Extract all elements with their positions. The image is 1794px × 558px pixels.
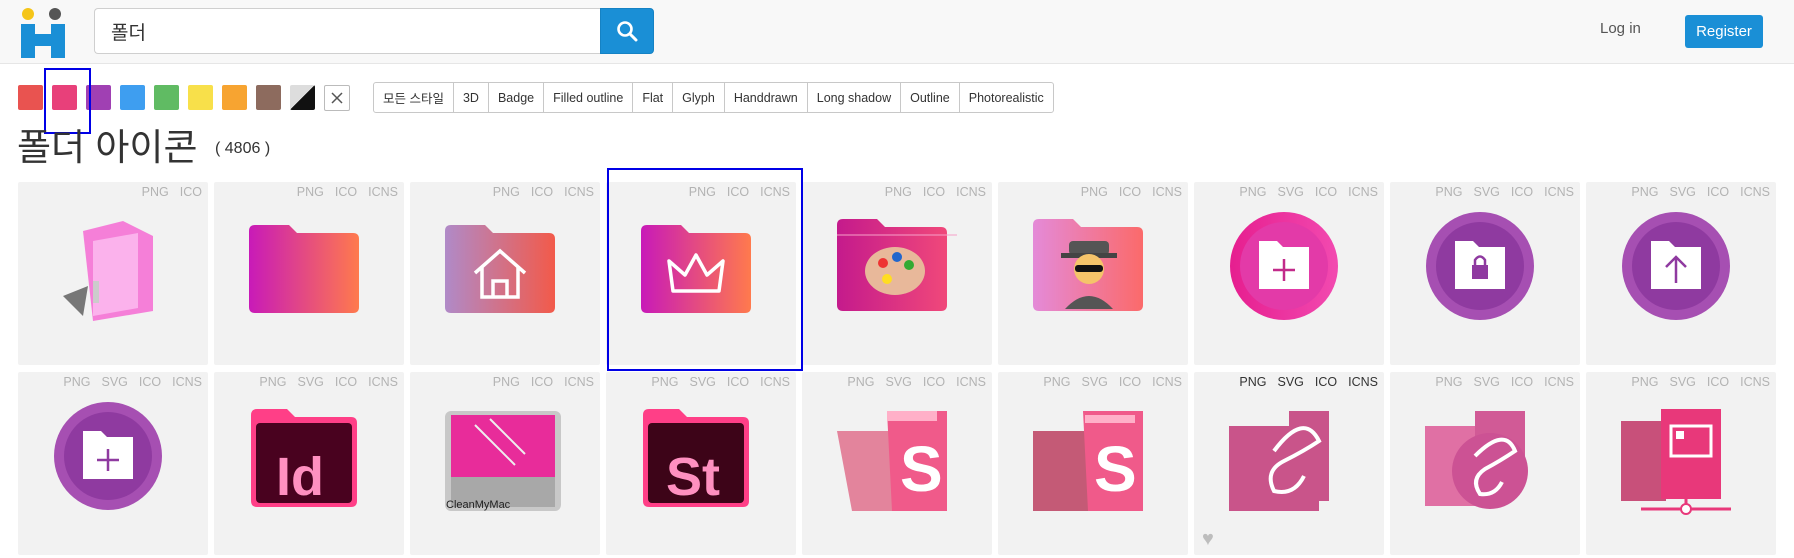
icon-card-network-folder[interactable]: PNG SVG ICO ICNS (1586, 372, 1776, 555)
icon-card-s-folder-dark[interactable]: PNG SVG ICO ICNS S (998, 372, 1188, 555)
color-swatch-5[interactable] (188, 85, 213, 110)
folder-3d-icon (18, 182, 208, 365)
add-folder-circle-icon (1194, 182, 1384, 365)
style-tab-9[interactable]: Photorealistic (960, 83, 1053, 112)
icon-text: S (1094, 433, 1137, 505)
add-folder-purple-circle-icon (18, 372, 208, 555)
style-tab-3[interactable]: Filled outline (544, 83, 634, 112)
icon-card-palette-folder[interactable]: PNG ICO ICNS (802, 182, 992, 365)
site-logo[interactable] (17, 6, 69, 60)
search-icon (617, 21, 638, 42)
icon-card-stock-folder[interactable]: PNG SVG ICO ICNS St (606, 372, 796, 555)
icon-card-s-folder[interactable]: PNG SVG ICO ICNS S (802, 372, 992, 555)
close-icon (331, 92, 343, 104)
style-tab-8[interactable]: Outline (901, 83, 960, 112)
icon-card-sass-folder[interactable]: PNG SVG ICO ICNS ♥ (1194, 372, 1384, 555)
icon-card-sass-folder-circle[interactable]: PNG SVG ICO ICNS (1390, 372, 1580, 555)
heart-icon[interactable]: ♥ (1202, 528, 1214, 551)
style-tab-0[interactable]: 모든 스타일 (374, 83, 454, 112)
palette-folder-icon (802, 182, 992, 365)
icon-card-lock-folder-circle[interactable]: PNG SVG ICO ICNS (1390, 182, 1580, 365)
style-tab-2[interactable]: Badge (489, 83, 545, 112)
folder-gradient-icon (214, 182, 404, 365)
style-tab-4[interactable]: Flat (633, 83, 674, 112)
color-swatch-3[interactable] (120, 85, 145, 110)
selected-icon-highlight (607, 168, 803, 371)
upload-folder-circle-icon (1586, 182, 1776, 365)
page-title: 폴더 아이콘 (17, 127, 198, 168)
icon-card-folder-gradient[interactable]: PNG ICO ICNS (214, 182, 404, 365)
home-folder-icon (410, 182, 600, 365)
color-swatch-4[interactable] (154, 85, 179, 110)
icon-count: ( 4806 ) (215, 140, 271, 157)
search-bar (94, 8, 654, 54)
lock-folder-circle-icon (1390, 182, 1580, 365)
icon-card-spy-folder[interactable]: PNG ICO ICNS (998, 182, 1188, 365)
color-swatch-6[interactable] (222, 85, 247, 110)
spy-folder-icon (998, 182, 1188, 365)
icon-card-upload-folder-circle[interactable]: PNG SVG ICO ICNS (1586, 182, 1776, 365)
search-input[interactable] (94, 8, 602, 54)
clear-color-button[interactable] (324, 85, 350, 111)
icon-card-add-folder-circle[interactable]: PNG SVG ICO ICNS (1194, 182, 1384, 365)
style-tab-5[interactable]: Glyph (673, 83, 725, 112)
register-button[interactable]: Register (1685, 15, 1763, 48)
s-folder-icon (802, 372, 992, 555)
cleanmymac-icon (410, 372, 600, 555)
icon-text: S (900, 433, 943, 505)
icon-card-folder-3d[interactable]: PNG ICO (18, 182, 208, 365)
icon-label: CleanMyMac (446, 499, 511, 511)
style-tab-1[interactable]: 3D (454, 83, 489, 112)
sass-folder-circle-icon (1390, 372, 1580, 555)
color-swatch-bw[interactable] (290, 85, 315, 110)
search-button[interactable] (600, 8, 654, 54)
top-header: Log in Register (0, 0, 1794, 64)
network-folder-icon (1586, 372, 1776, 555)
icon-card-add-folder-purple-circle[interactable]: PNG SVG ICO ICNS (18, 372, 208, 555)
icon-text: Id (276, 447, 324, 507)
sass-folder-icon (1194, 372, 1384, 555)
style-tab-6[interactable]: Handdrawn (725, 83, 808, 112)
color-swatch-0[interactable] (18, 85, 43, 110)
login-link[interactable]: Log in (1600, 20, 1641, 37)
style-tab-7[interactable]: Long shadow (808, 83, 902, 112)
icon-card-cleanmymac[interactable]: PNG ICO ICNS CleanMyMac (410, 372, 600, 555)
s-folder-dark-icon (998, 372, 1188, 555)
color-swatch-7[interactable] (256, 85, 281, 110)
icon-card-indesign-folder[interactable]: PNG SVG ICO ICNS Id (214, 372, 404, 555)
icon-text: St (666, 447, 720, 507)
style-filter: 모든 스타일 3D Badge Filled outline Flat Glyph Hand… (373, 82, 1054, 113)
icon-card-home-folder[interactable]: PNG ICO ICNS (410, 182, 600, 365)
